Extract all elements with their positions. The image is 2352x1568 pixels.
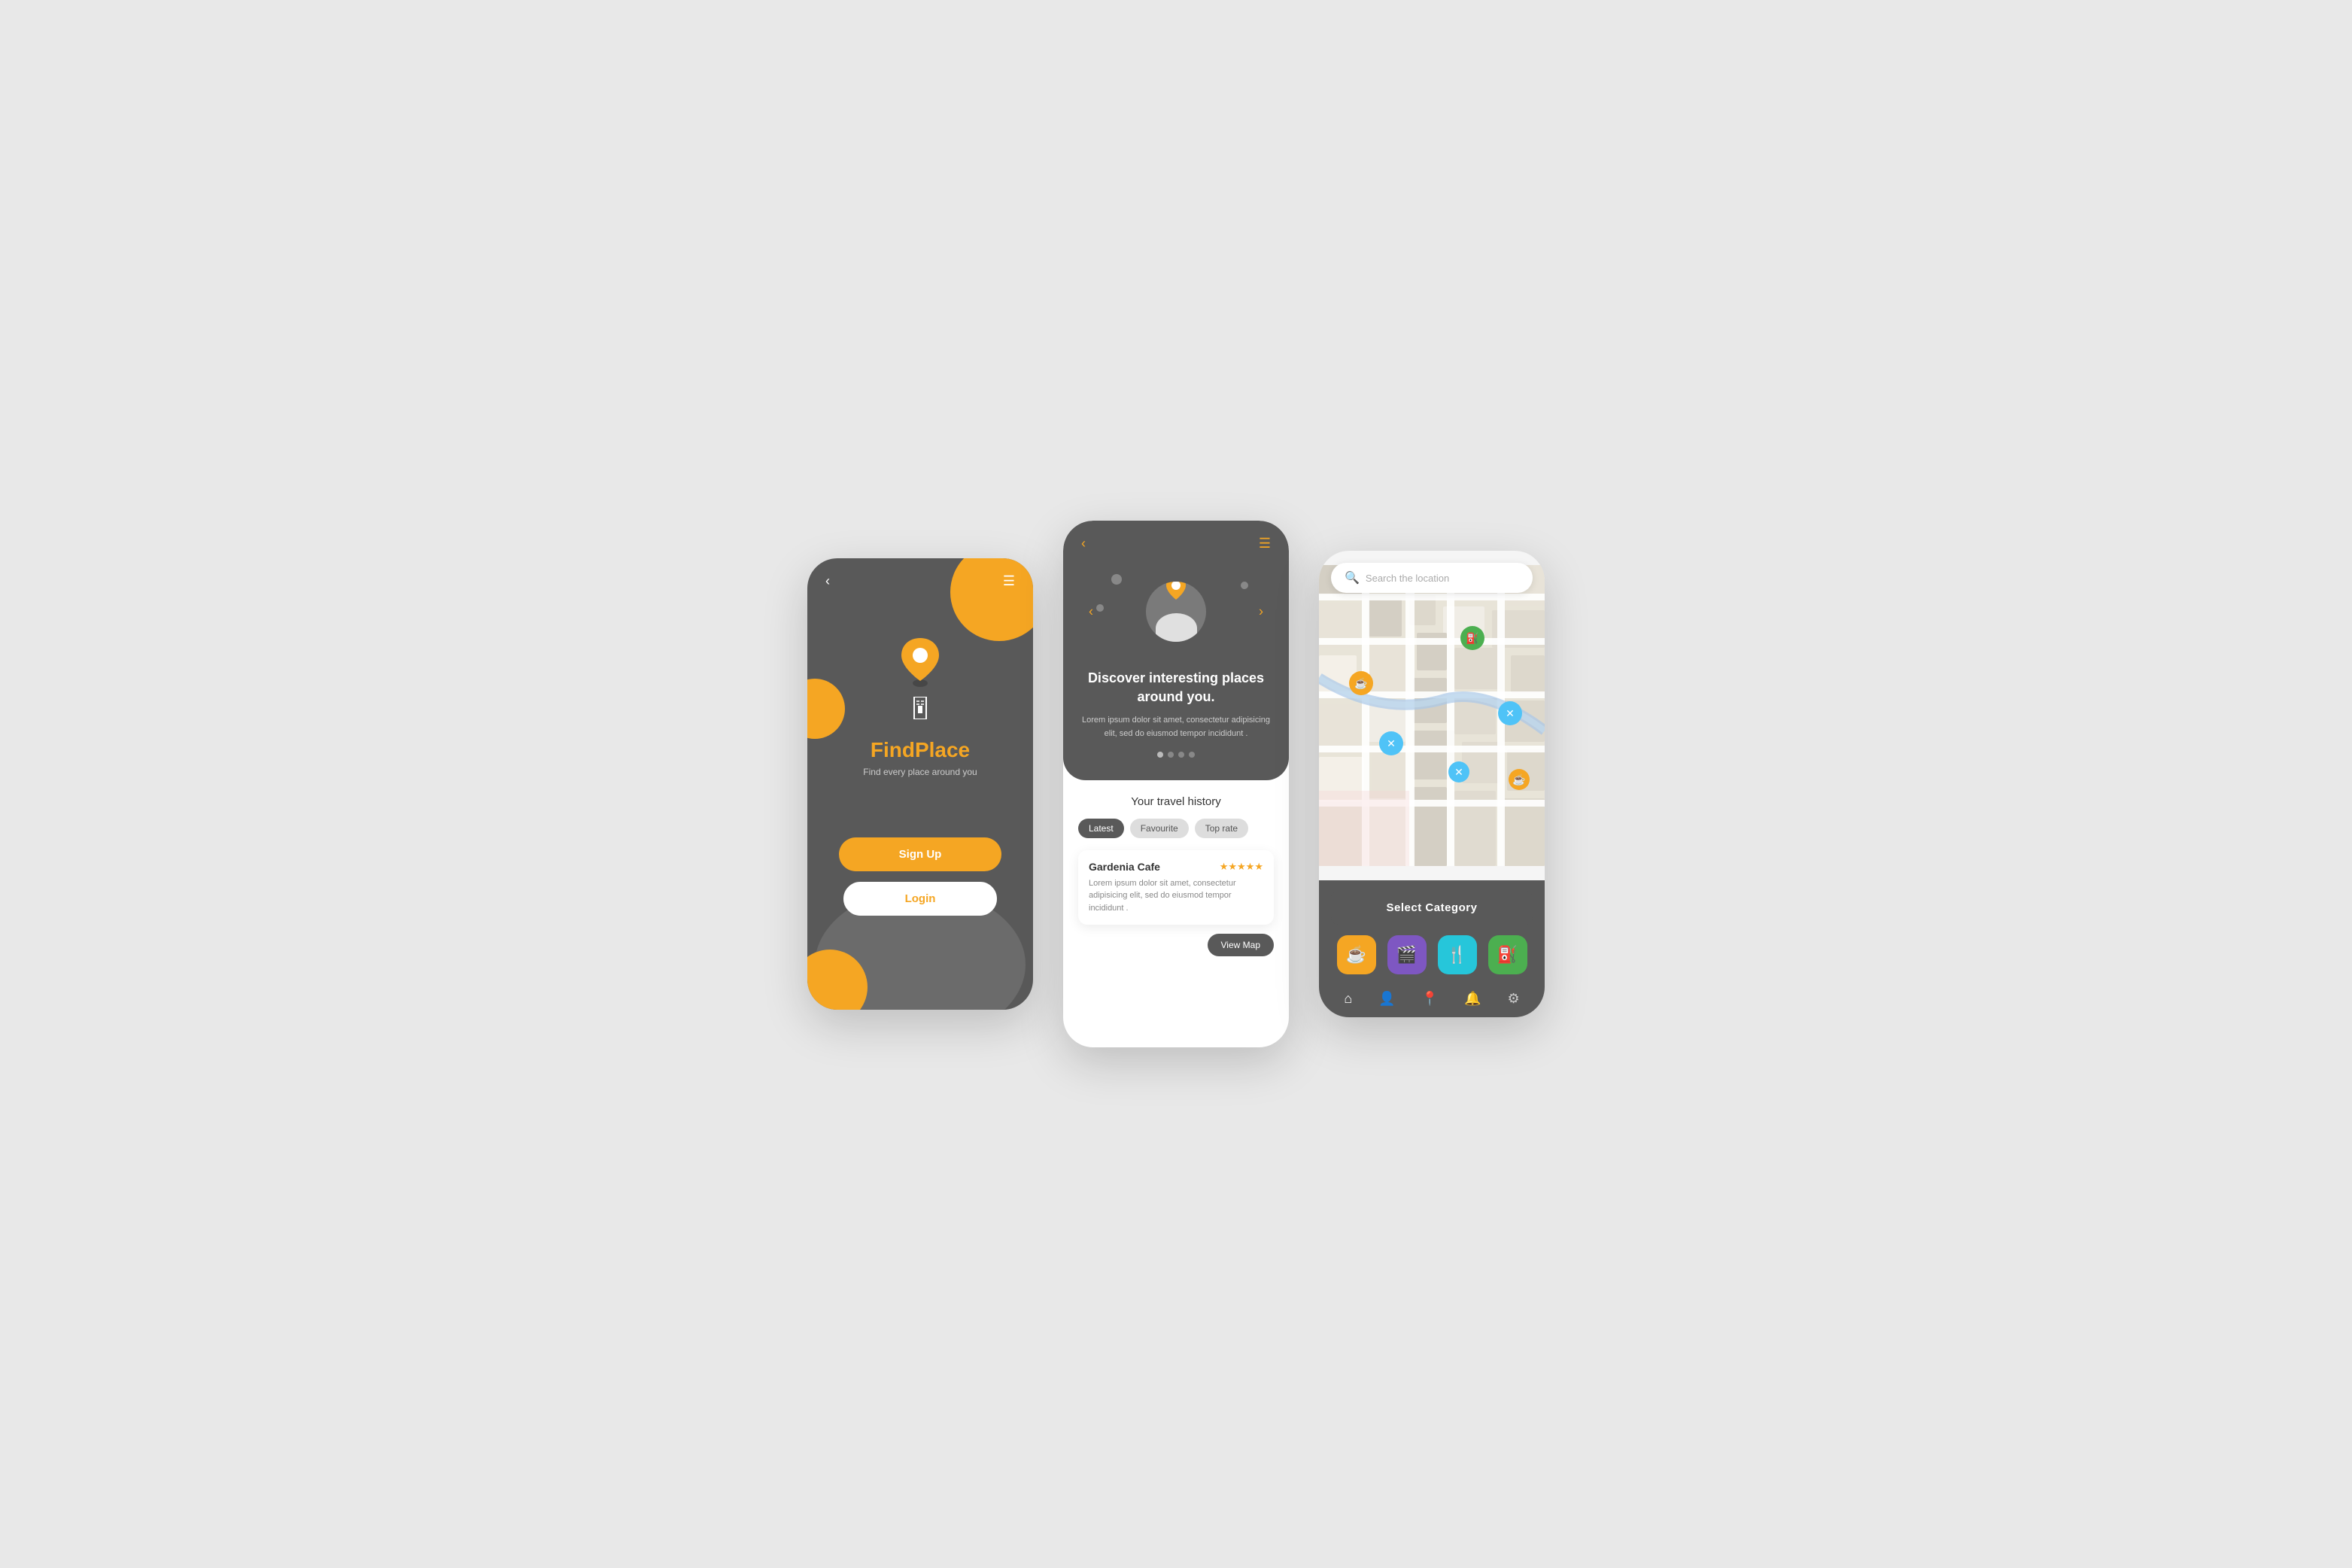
nav-bell-icon[interactable]: 🔔 <box>1464 991 1481 1007</box>
prev-arrow[interactable]: ‹ <box>1089 604 1093 620</box>
restaurant-symbol: 🍴 <box>1447 945 1467 965</box>
tab-toprate[interactable]: Top rate <box>1195 819 1248 838</box>
dot-3 <box>1178 752 1184 758</box>
screen1-content: FindPlace Find every place around you Si… <box>807 589 1033 916</box>
back-icon[interactable]: ‹ <box>1081 536 1086 552</box>
nav-profile-icon[interactable]: 👤 <box>1378 991 1395 1007</box>
fork-icon-3: ✕ <box>1454 766 1463 779</box>
dot-1 <box>1157 752 1163 758</box>
search-bar[interactable]: 🔍 Search the location <box>1331 563 1533 593</box>
avatar-bg <box>1146 582 1206 642</box>
screen3-bottom: Select Category ☕ 🎬 🍴 ⛽ ⌂ 👤 📍 <box>1319 880 1545 1017</box>
discover-desc: Lorem ipsum dolor sit amet, consectetur … <box>1081 714 1271 740</box>
fork-icon-1: ✕ <box>1506 707 1515 720</box>
pin-icon <box>898 634 943 691</box>
menu-icon[interactable]: ☰ <box>1003 573 1015 589</box>
place-card: Gardenia Cafe ★★★★★ Lorem ipsum dolor si… <box>1078 850 1274 925</box>
menu-icon[interactable]: ☰ <box>1259 536 1271 552</box>
category-gas[interactable]: ⛽ <box>1488 935 1527 974</box>
tab-row: Latest Favourite Top rate <box>1078 819 1274 838</box>
dot-4 <box>1189 752 1195 758</box>
nav-home-icon[interactable]: ⌂ <box>1344 991 1352 1007</box>
cafe-icon-2: ☕ <box>1512 773 1525 786</box>
fork-icon-2: ✕ <box>1387 737 1396 750</box>
pagination-dots <box>1081 752 1271 758</box>
avatar-area: ‹ › <box>1081 567 1271 657</box>
gas-icon: ⛽ <box>1466 632 1478 645</box>
nav-location-icon[interactable]: 📍 <box>1421 991 1438 1007</box>
deco-dot-1 <box>1111 574 1122 585</box>
deco-dot-3 <box>1241 582 1248 589</box>
tab-favourite[interactable]: Favourite <box>1130 819 1189 838</box>
app-name-bold: Place <box>915 738 970 761</box>
travel-history-title: Your travel history <box>1078 795 1274 808</box>
screen2-bottom: Your travel history Latest Favourite Top… <box>1063 780 1289 1047</box>
cafe-icon: ☕ <box>1354 677 1367 690</box>
screen2-top: ‹ ☰ ‹ › Disco <box>1063 521 1289 780</box>
cinema-symbol: 🎬 <box>1396 945 1417 965</box>
app-name-regular: Find <box>871 738 915 761</box>
marker-cafe[interactable]: ☕ <box>1349 671 1373 695</box>
app-subtitle: Find every place around you <box>863 767 977 777</box>
place-card-header: Gardenia Cafe ★★★★★ <box>1089 861 1263 873</box>
back-icon[interactable]: ‹ <box>825 573 830 589</box>
map-area: 🔍 Search the location ⛽ ☕ ✕ ✕ ✕ ☕ <box>1319 551 1545 880</box>
marker-restaurant-2[interactable]: ✕ <box>1379 731 1403 755</box>
marker-restaurant-3[interactable]: ✕ <box>1448 761 1469 782</box>
category-cafe[interactable]: ☕ <box>1337 935 1376 974</box>
marker-restaurant-1[interactable]: ✕ <box>1498 701 1522 725</box>
select-category-button[interactable]: Select Category <box>1331 891 1533 925</box>
category-icons: ☕ 🎬 🍴 ⛽ <box>1331 935 1533 974</box>
discover-title: Discover interesting places around you. <box>1081 669 1271 707</box>
screen1: ‹ ☰ <box>807 558 1033 1010</box>
screen2: ‹ ☰ ‹ › Disco <box>1063 521 1289 1047</box>
screen3: 🔍 Search the location ⛽ ☕ ✕ ✕ ✕ ☕ <box>1319 551 1545 1017</box>
avatar-pin <box>1165 582 1187 605</box>
screens-container: ‹ ☰ <box>807 521 1545 1047</box>
deco-dot-2 <box>1096 604 1104 612</box>
gas-symbol: ⛽ <box>1497 945 1518 965</box>
view-map-button[interactable]: View Map <box>1208 934 1274 956</box>
building-icon <box>909 697 931 723</box>
place-desc: Lorem ipsum dolor sit amet, consectetur … <box>1089 877 1263 915</box>
top-bar: ‹ ☰ <box>807 558 1033 589</box>
nav-settings-icon[interactable]: ⚙ <box>1507 991 1519 1007</box>
place-stars: ★★★★★ <box>1220 861 1263 873</box>
signup-button[interactable]: Sign Up <box>839 837 1002 871</box>
login-button[interactable]: Login <box>843 882 998 916</box>
place-name: Gardenia Cafe <box>1089 861 1160 873</box>
app-title: FindPlace <box>871 738 970 762</box>
dot-2 <box>1168 752 1174 758</box>
bottom-nav: ⌂ 👤 📍 🔔 ⚙ <box>1331 985 1533 1010</box>
search-placeholder: Search the location <box>1366 573 1449 584</box>
tab-latest[interactable]: Latest <box>1078 819 1124 838</box>
avatar-body <box>1156 613 1197 642</box>
marker-cafe-2[interactable]: ☕ <box>1509 769 1530 790</box>
category-restaurant[interactable]: 🍴 <box>1438 935 1477 974</box>
cafe-symbol: ☕ <box>1346 945 1366 965</box>
view-map-row: View Map <box>1078 934 1274 956</box>
marker-gas-station[interactable]: ⛽ <box>1460 626 1484 650</box>
s2-top-bar: ‹ ☰ <box>1081 536 1271 552</box>
next-arrow[interactable]: › <box>1259 604 1263 620</box>
category-cinema[interactable]: 🎬 <box>1387 935 1427 974</box>
search-icon: 🔍 <box>1345 570 1360 585</box>
